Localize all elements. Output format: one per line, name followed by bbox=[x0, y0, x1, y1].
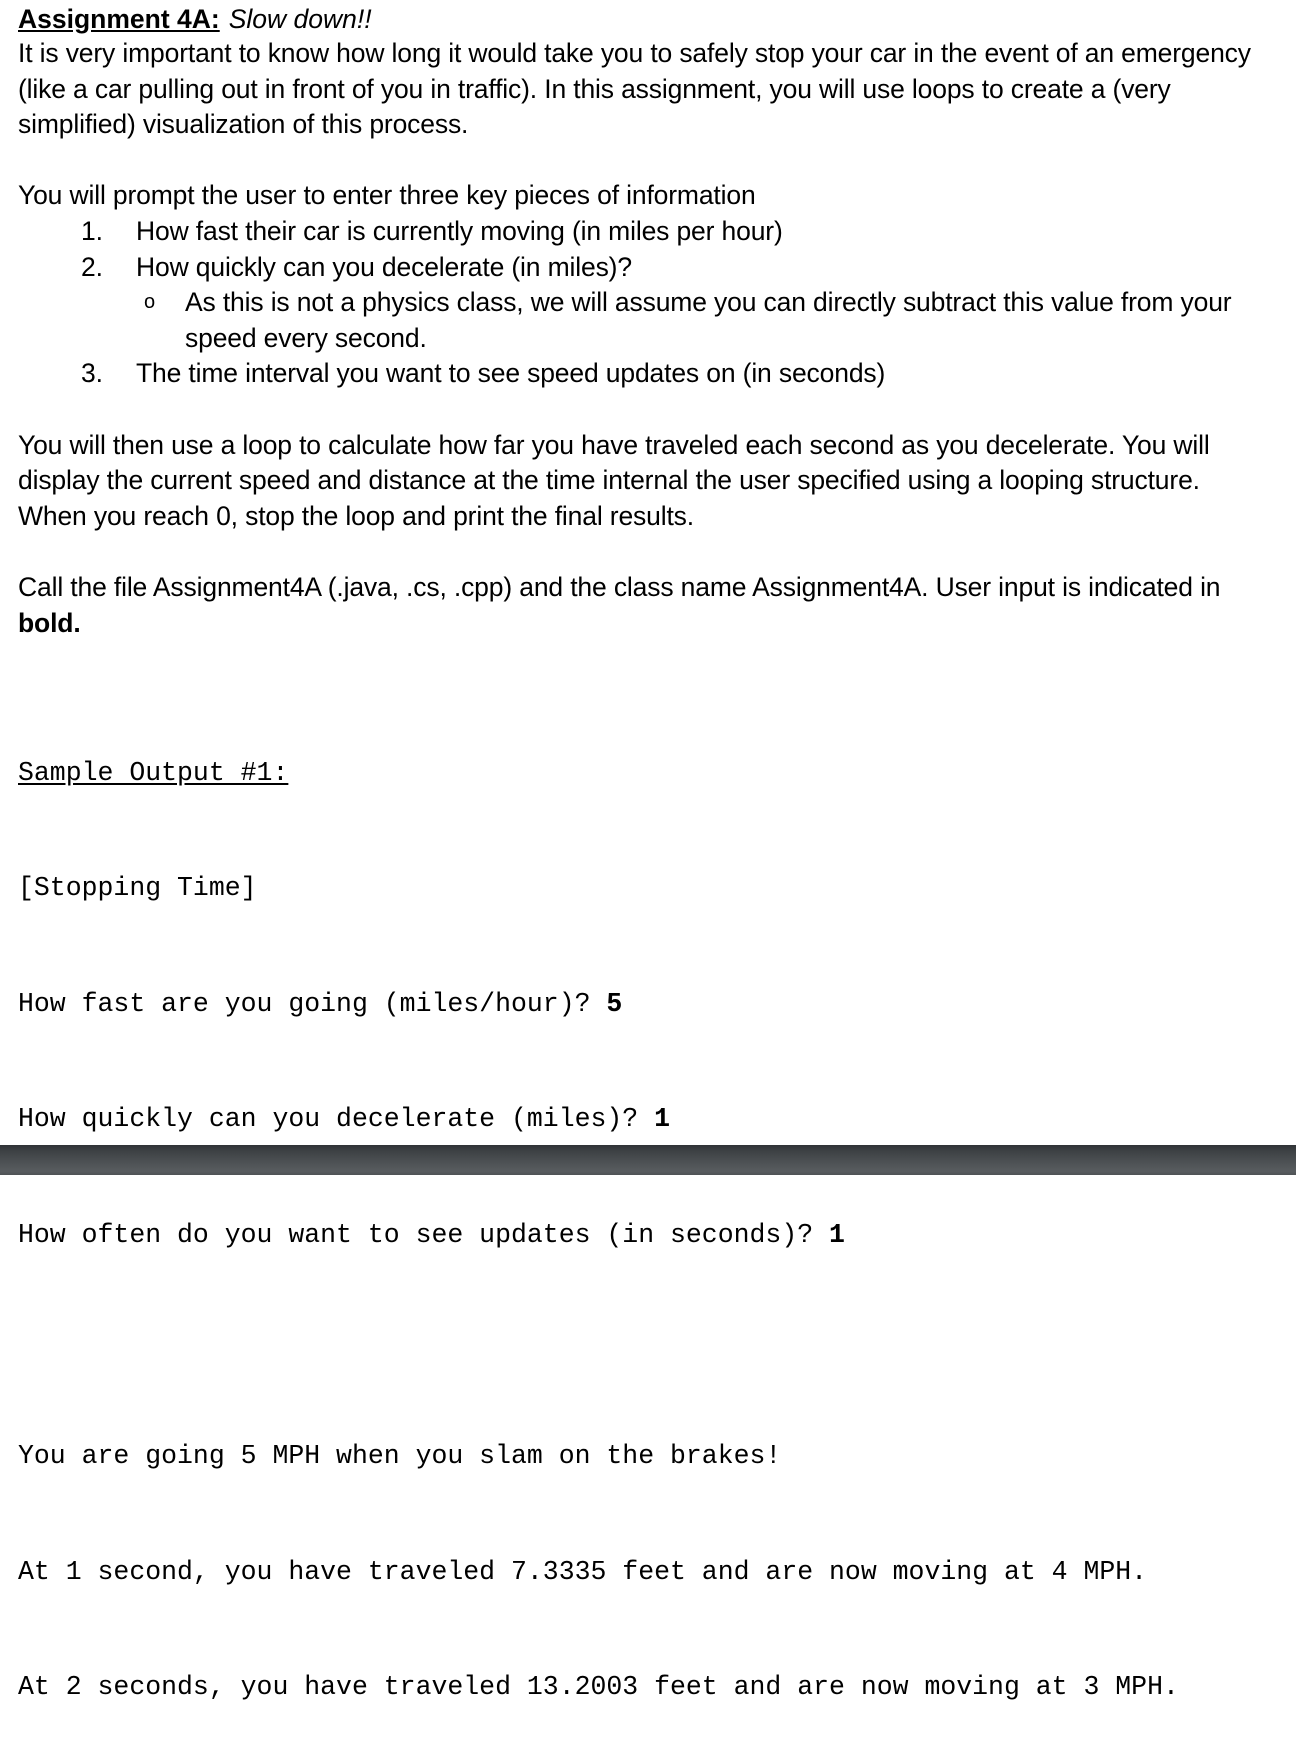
sample-output-section: Sample Output #1: [Stopping Time] How fa… bbox=[0, 677, 1296, 1332]
loop-paragraph: You will then use a loop to calculate ho… bbox=[18, 429, 1210, 531]
file-naming-paragraph: Call the file Assignment4A (.java, .cs, … bbox=[18, 570, 1233, 641]
list-marker: 2. bbox=[81, 251, 103, 282]
prompt-line-decel: How quickly can you decelerate (miles)? … bbox=[18, 1100, 1256, 1139]
bold-keyword: bold. bbox=[18, 607, 81, 638]
assignment-subtitle: Slow down!! bbox=[228, 4, 372, 34]
prompt-text: How often do you want to see updates (in… bbox=[18, 1219, 830, 1250]
circle-bullet-icon: o bbox=[144, 291, 155, 314]
list-item: 2. How quickly can you decelerate (in mi… bbox=[18, 250, 1252, 357]
sub-list-item: o As this is not a physics class, we wil… bbox=[140, 285, 1252, 356]
sub-list-item-text: As this is not a physics class, we will … bbox=[185, 287, 1232, 353]
user-input-value: 1 bbox=[829, 1219, 845, 1250]
prompt-text: How quickly can you decelerate (miles)? bbox=[18, 1104, 655, 1135]
file-naming-text: Call the file Assignment4A (.java, .cs, … bbox=[18, 571, 1221, 602]
list-item-text: How fast their car is currently moving (… bbox=[136, 215, 783, 246]
program-title-line: [Stopping Time] bbox=[18, 873, 257, 904]
requirements-list: 1. How fast their car is currently movin… bbox=[18, 214, 1252, 392]
prompt-text: How fast are you going (miles/hour)? bbox=[18, 988, 607, 1019]
list-marker: 3. bbox=[81, 358, 103, 389]
user-input-value: 5 bbox=[606, 988, 623, 1019]
intro-paragraph: It is very important to know how long it… bbox=[18, 38, 1251, 140]
user-input-value: 1 bbox=[654, 1104, 671, 1135]
prompt-line-speed: How fast are you going (miles/hour)? 5 bbox=[18, 985, 1256, 1024]
console-continuation-section: You are going 5 MPH when you slam on the… bbox=[0, 1360, 1296, 1745]
assignment-document: Assignment 4A: Slow down!! It is very imp… bbox=[0, 0, 1296, 1331]
list-item: 3. The time interval you want to see spe… bbox=[18, 356, 1252, 392]
page-title: Assignment 4A: Slow down!! bbox=[18, 2, 1252, 36]
page-break-divider bbox=[0, 1145, 1296, 1175]
sub-list: o As this is not a physics class, we wil… bbox=[136, 285, 1252, 356]
list-marker: 1. bbox=[81, 215, 103, 246]
assignment-title-label: Assignment 4A: bbox=[18, 4, 220, 34]
prompt-line-interval: How often do you want to see updates (in… bbox=[18, 1216, 1256, 1255]
instructions-section: Assignment 4A: Slow down!! It is very imp… bbox=[0, 2, 1296, 677]
console-line: At 2 seconds, you have traveled 13.2003 … bbox=[18, 1672, 1179, 1702]
console-line: At 1 second, you have traveled 7.3335 fe… bbox=[18, 1556, 1148, 1587]
list-item-text: How quickly can you decelerate (in miles… bbox=[136, 251, 632, 282]
prompt-intro-paragraph: You will prompt the user to enter three … bbox=[18, 180, 756, 211]
list-item: 1. How fast their car is currently movin… bbox=[18, 214, 1252, 250]
list-item-text: The time interval you want to see speed … bbox=[136, 358, 886, 389]
console-line: You are going 5 MPH when you slam on the… bbox=[18, 1441, 782, 1471]
sample-output-heading: Sample Output #1: bbox=[18, 754, 1256, 793]
sample-output-heading-text: Sample Output #1: bbox=[18, 757, 289, 788]
